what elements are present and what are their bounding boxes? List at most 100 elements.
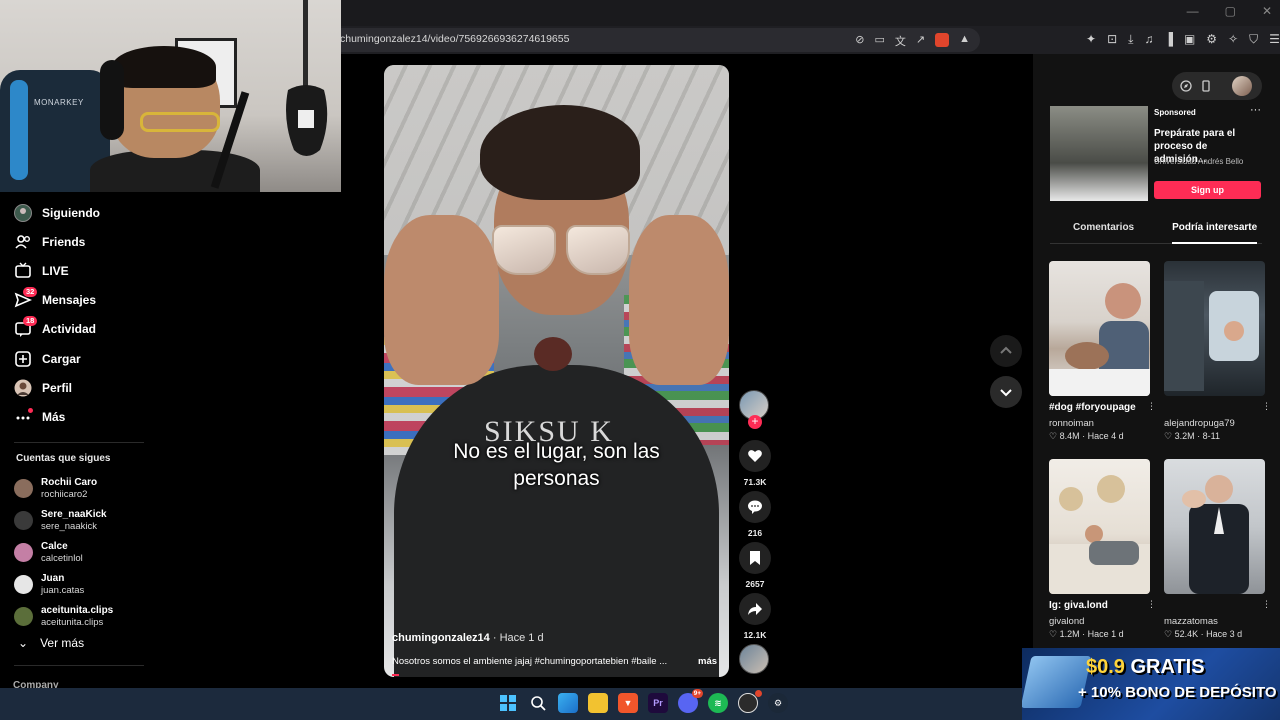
nav-upload[interactable]: Cargar [0,344,170,373]
address-bar[interactable]: chumingonzalez14/video/75692669362746196… [330,28,980,52]
save-button[interactable] [739,542,771,574]
share-icon[interactable]: ↗ [916,33,925,49]
video-thumbnail[interactable] [1049,459,1150,594]
chair-trim [10,80,28,180]
extensions-icon[interactable]: ✦ [1086,32,1096,47]
top-right-controls [1172,72,1262,100]
shield-icon[interactable]: ⛉ [1249,32,1258,47]
following-avatar-icon [14,203,32,222]
close-window-button[interactable]: ✕ [1262,4,1272,18]
ad-thumbnail[interactable] [1050,106,1148,201]
video-subtitle: No es el lugar, son las personas [384,438,729,492]
widgets-icon[interactable] [558,693,578,713]
comment-icon [748,500,762,514]
vpn-icon[interactable]: ⚙ [1206,32,1217,47]
cast-icon[interactable]: ▭ [874,33,884,49]
video-thumbnail[interactable] [1164,261,1265,396]
video-shirt [394,365,719,677]
nav-friends[interactable]: Friends [0,227,170,256]
nav-live[interactable]: LIVE [0,256,170,285]
ad-more-options-icon[interactable]: ··· [1250,104,1261,116]
nav-messages[interactable]: 32 Mensajes [0,286,170,315]
following-account[interactable]: Sere_naaKick sere_naakick [14,504,164,536]
see-more-button[interactable]: ⌄ Ver más [18,636,84,650]
comment-button[interactable] [739,491,771,523]
recommended-video-card[interactable]: alejandropuga79 ♡ 3.2M · 8-11 ⋮ [1164,261,1271,442]
maximize-button[interactable]: ▢ [1225,4,1236,18]
minimize-button[interactable]: — [1187,4,1199,18]
author-username[interactable]: chumingonzalez14 [392,632,490,644]
tab-icon[interactable]: ⊡ [1107,32,1117,47]
avatar [14,606,33,626]
sidebar-icon[interactable]: ▐ [1164,32,1173,47]
nav-activity[interactable]: 18 Actividad [0,315,170,344]
compass-icon[interactable] [1180,80,1192,92]
menu-icon[interactable]: ☰ [1269,32,1280,47]
reader-mode-icon[interactable]: ⊘ [855,33,864,49]
video-meta: ♡ 8.4M · Hace 4 d [1049,431,1124,441]
video-author: givalond [1049,616,1085,627]
caption-more-button[interactable]: más [698,656,717,667]
next-video-button[interactable] [990,376,1022,408]
share-button[interactable] [739,593,771,625]
previous-video-button[interactable] [990,335,1022,367]
follow-plus-icon[interactable]: + [748,415,762,429]
promo-banner[interactable]: $0.9 GRATIS + 10% BONO DE DEPÓSITO [1022,648,1280,720]
following-list: Rochii Caro rochiicaro2 Sere_naaKick sere_… [14,472,164,632]
more-options-icon[interactable]: ⋮ [1262,599,1271,610]
following-account[interactable]: aceitunita.clips aceitunita.clips [14,600,164,632]
music-icon[interactable]: ♫ [1144,32,1153,47]
brave-browser-icon[interactable]: ▼ [618,693,638,713]
nav-label: Más [42,409,66,424]
windows-start-icon[interactable] [498,693,518,713]
profile-avatar-icon [14,379,32,397]
like-button[interactable] [739,440,771,472]
following-account[interactable]: Juan juan.catas [14,568,164,600]
account-username: rochiicaro2 [41,488,88,500]
tab-suggested[interactable]: Podría interesarte [1172,222,1258,244]
brave-rewards-icon[interactable]: ▲ [959,33,970,49]
video-thumbnail[interactable] [1164,459,1265,594]
video-thumbnail[interactable] [1049,261,1150,396]
obs-icon[interactable] [738,690,762,713]
streamer-hair [112,46,216,88]
premiere-icon[interactable]: Pr [648,693,668,713]
brave-shields-icon[interactable] [935,33,950,47]
account-avatar[interactable] [1232,76,1252,96]
leo-ai-icon[interactable]: ✧ [1228,32,1238,47]
nav-profile[interactable]: Perfil [0,373,170,402]
video-author: alejandropuga79 [1164,418,1235,429]
nav-label: Mensajes [42,293,97,308]
following-account[interactable]: Calce calcetinlol [14,536,164,568]
discord-icon[interactable]: 9+ [678,689,703,713]
creator-avatar[interactable]: + [739,390,769,429]
download-icon[interactable]: ⤓ [1128,32,1133,47]
search-icon[interactable] [528,693,548,713]
tab-comments[interactable]: Comentarios [1073,222,1134,244]
url-text[interactable]: chumingonzalez14/video/75692669362746196… [340,33,569,45]
music-disc-avatar[interactable] [739,644,769,674]
like-count: 8.4M [1059,431,1080,441]
mobile-device-icon[interactable] [1200,80,1212,92]
recommended-video-card[interactable]: #dog #foryoupage ronnoiman ♡ 8.4M · Hace… [1049,261,1156,442]
video-progress-bar[interactable] [392,674,399,676]
nav-following[interactable]: Siguiendo [0,198,170,227]
recommended-video-card[interactable]: Ig: giva.lond givalond ♡ 1.2M · Hace 1 d… [1049,459,1156,640]
video-player[interactable]: SIKSU K [384,65,729,677]
divider [14,665,144,666]
recommended-video-card[interactable]: mazzatomas ♡ 52.4K · Hace 3 d ⋮ [1164,459,1271,640]
nav-more[interactable]: Más [0,402,170,431]
file-explorer-icon[interactable] [588,693,608,713]
video-author[interactable]: chumingonzalez14 · Hace 1 d [392,632,544,644]
steam-icon[interactable]: ⚙ [768,693,788,713]
ad-signup-button[interactable]: Sign up [1154,181,1261,199]
translate-icon[interactable]: 文 [895,33,906,49]
more-options-icon[interactable]: ⋮ [1262,401,1271,412]
following-account[interactable]: Rochii Caro rochiicaro2 [14,472,164,504]
spotify-icon[interactable]: ≋ [708,693,728,713]
more-options-icon[interactable]: ⋮ [1147,401,1156,412]
sidebar-nav: Siguiendo Friends LIVE 32 Mensajes 18 Ac… [0,198,170,432]
browser-extension-icons: ✦ ⊡ ⤓ ♫ ▐ ▣ ⚙ ✧ ⛉ ☰ [1086,32,1280,47]
more-options-icon[interactable]: ⋮ [1147,599,1156,610]
wallet-icon[interactable]: ▣ [1184,32,1195,47]
